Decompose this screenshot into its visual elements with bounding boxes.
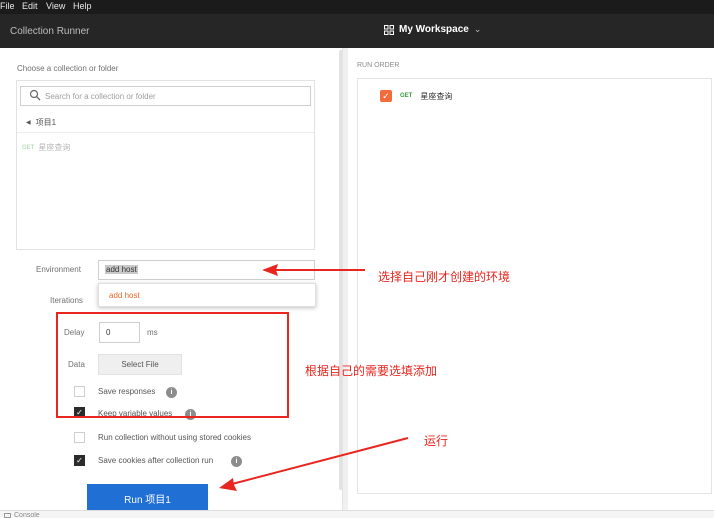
annotation-arrows bbox=[219, 264, 409, 491]
arrow-head bbox=[262, 264, 278, 276]
arrow-line bbox=[231, 437, 409, 485]
arrow-head bbox=[219, 478, 237, 491]
